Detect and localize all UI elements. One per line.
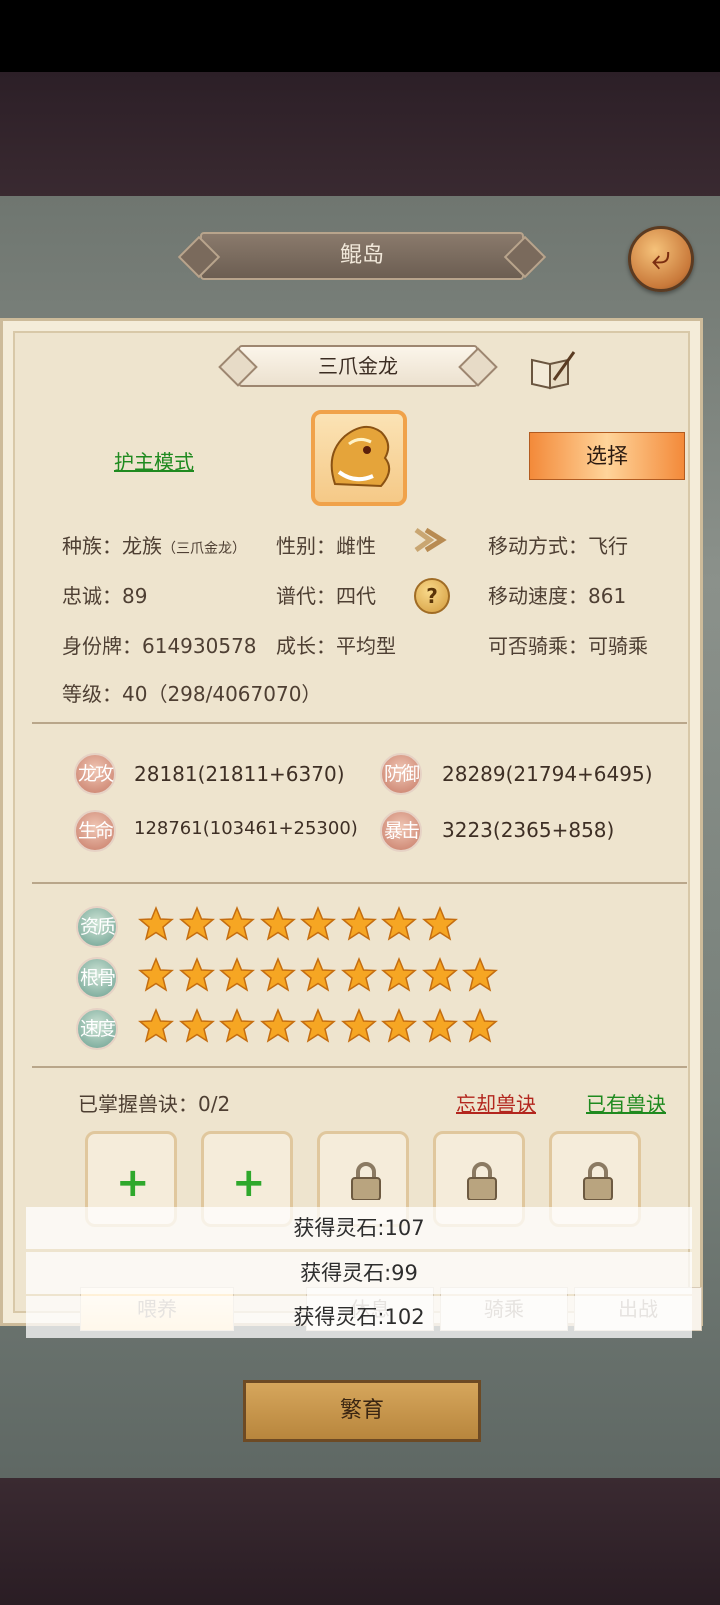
status-bar: [0, 0, 720, 72]
star-icon: [421, 1008, 458, 1043]
star-icon: [259, 1008, 296, 1043]
star-icon: [178, 957, 215, 992]
owned-skills-link[interactable]: 已有兽诀: [586, 1088, 666, 1117]
speed-badge: 速度: [76, 1008, 118, 1050]
star-icon: [300, 1008, 336, 1043]
star-icon: [259, 957, 296, 992]
pet-name: 三爪金龙: [238, 345, 478, 387]
rideable-row: 可否骑乘：可骑乘: [488, 634, 648, 658]
select-button[interactable]: 选择: [529, 432, 685, 480]
plus-icon: +: [232, 1160, 266, 1206]
top-backdrop: [0, 72, 720, 200]
help-icon[interactable]: ?: [414, 578, 450, 614]
forget-skill-link[interactable]: 忘却兽诀: [456, 1088, 536, 1117]
reward-toast: 获得灵石:102: [26, 1296, 692, 1338]
plus-icon: +: [116, 1160, 150, 1206]
back-arrow-icon[interactable]: ⤶: [628, 226, 694, 292]
move-mode-row: 移动方式：飞行: [488, 534, 628, 558]
star-icon: [381, 957, 417, 992]
reward-toast: 获得灵石:107: [26, 1207, 692, 1249]
attack-badge: 龙攻: [74, 753, 116, 795]
star-icon: [462, 1008, 498, 1043]
lock-icon: [467, 1162, 497, 1200]
star-icon: [138, 957, 174, 992]
star-icon: [300, 957, 336, 992]
page-title: 鲲岛: [200, 232, 524, 280]
star-icon: [178, 1008, 215, 1043]
star-icon: [462, 957, 498, 992]
crit-value: 3223(2365+858): [442, 818, 615, 842]
star-icon: [340, 1008, 377, 1043]
divider: [32, 882, 687, 884]
guard-mode-link[interactable]: 护主模式: [114, 446, 194, 475]
pet-avatar[interactable]: [311, 410, 407, 506]
divider: [32, 722, 687, 724]
star-icon: [219, 1008, 255, 1043]
star-icon: [300, 906, 336, 941]
star-icon: [259, 906, 296, 941]
growth-row: 成长：平均型: [276, 634, 396, 658]
reward-toast: 获得灵石:99: [26, 1252, 692, 1294]
loyalty-row: 忠诚：89: [62, 584, 148, 608]
star-icon: [178, 906, 215, 941]
level-row: 等级：40（298/4067070）: [62, 682, 322, 706]
star-icon: [219, 957, 255, 992]
star-icon: [138, 1008, 174, 1043]
star-icon: [138, 906, 174, 941]
attack-value: 28181(21811+6370): [134, 762, 345, 786]
star-icon: [381, 906, 417, 941]
star-icon: [421, 957, 458, 992]
lock-icon: [351, 1162, 381, 1200]
race-row: 种族：龙族（三爪金龙）: [62, 534, 246, 558]
generation-row: 谱代：四代: [276, 584, 376, 608]
dragon-icon: [330, 425, 391, 488]
defense-value: 28289(21794+6495): [442, 762, 653, 786]
aptitude-badge: 资质: [76, 906, 118, 948]
arrow-right-icon[interactable]: [412, 524, 448, 556]
star-icon: [340, 957, 377, 992]
bone-badge: 根骨: [76, 957, 118, 999]
id-row: 身份牌：614930578: [62, 634, 257, 658]
move-speed-row: 移动速度：861: [488, 584, 627, 608]
lock-icon: [583, 1162, 613, 1200]
defense-badge: 防御: [380, 753, 422, 795]
hp-badge: 生命: [74, 810, 116, 852]
hp-value: 128761(103461+25300): [134, 818, 358, 839]
divider: [32, 1066, 687, 1068]
star-icon: [340, 906, 377, 941]
book-quill-icon[interactable]: [528, 350, 576, 390]
gender-row: 性别：雌性: [276, 534, 376, 558]
star-icon: [219, 906, 255, 941]
star-icon: [381, 1008, 417, 1043]
star-icon: [421, 906, 458, 941]
mastered-skills: 已掌握兽诀：0/2: [78, 1092, 231, 1116]
breed-button[interactable]: 繁育: [243, 1380, 481, 1442]
crit-badge: 暴击: [380, 810, 422, 852]
bottom-backdrop: [0, 1478, 720, 1605]
